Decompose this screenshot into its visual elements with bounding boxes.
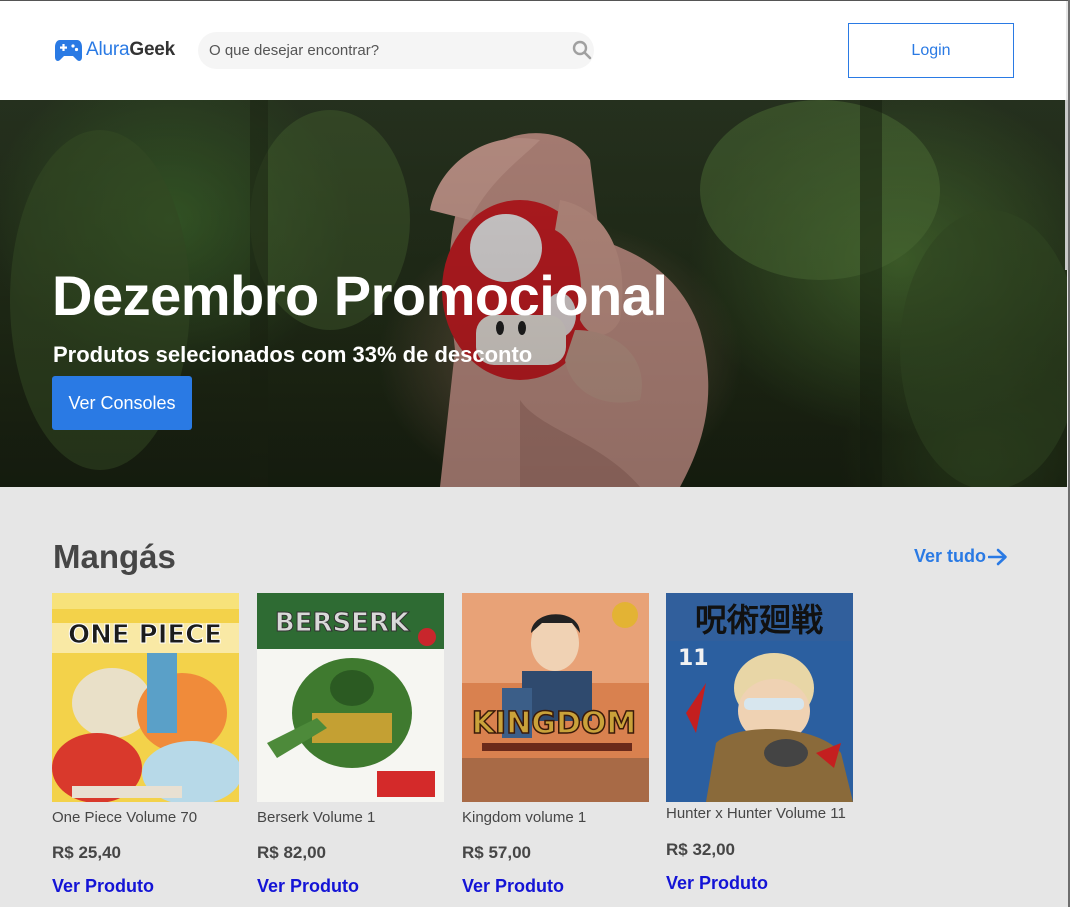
- section-title: Mangás: [53, 538, 176, 575]
- product-card: 呪術廻戦 11 Hunter x Hunter Volume 11 R$ 32,…: [666, 593, 853, 894]
- see-all-label: Ver tudo: [914, 546, 987, 566]
- one-piece-cover: ONE PIECE: [52, 593, 239, 802]
- product-name: Kingdom volume 1: [462, 809, 587, 826]
- see-all-link[interactable]: Ver tudo: [914, 546, 1008, 567]
- product-image[interactable]: 呪術廻戦 11: [666, 593, 853, 802]
- product-image[interactable]: ONE PIECE: [52, 593, 239, 802]
- login-button[interactable]: Login: [848, 23, 1014, 78]
- arrow-right-icon: [988, 548, 1007, 565]
- gamepad-icon: [55, 40, 82, 61]
- hero-title: Dezembro Promocional: [52, 264, 668, 327]
- product-price: R$ 25,40: [52, 843, 121, 862]
- product-card: BERSERK Berserk Volume 1 R$ 82,00 Ver Pr…: [257, 593, 444, 897]
- site-header: AluraGeek Login: [0, 1, 1066, 100]
- kingdom-cover: KINGDOM: [462, 593, 649, 802]
- hero-subtitle: Produtos selecionados com 33% de descont…: [53, 342, 533, 367]
- cover-title: 呪術廻戦: [695, 601, 823, 639]
- product-price: R$ 57,00: [462, 843, 531, 862]
- product-name: One Piece Volume 70: [52, 809, 198, 826]
- product-image[interactable]: KINGDOM: [462, 593, 649, 802]
- search-bar: [198, 32, 594, 69]
- cover-title: BERSERK: [275, 608, 410, 638]
- product-price: R$ 32,00: [666, 840, 735, 859]
- view-product-link[interactable]: Ver Produto: [462, 876, 649, 897]
- logo-text: AluraGeek: [86, 39, 176, 60]
- cover-title: ONE PIECE: [68, 620, 222, 650]
- product-name: Hunter x Hunter Volume 11: [666, 805, 846, 822]
- ver-consoles-button[interactable]: Ver Consoles: [52, 376, 192, 430]
- logo[interactable]: AluraGeek: [54, 37, 175, 63]
- view-product-link[interactable]: Ver Produto: [257, 876, 444, 897]
- view-product-link[interactable]: Ver Produto: [52, 876, 239, 897]
- search-icon[interactable]: [572, 40, 592, 60]
- berserk-cover: BERSERK: [257, 593, 444, 802]
- hero-banner: Dezembro Promocional Produtos selecionad…: [0, 100, 1067, 487]
- product-card: ONE PIECE One Piece Volume 70 R$ 25,40 V…: [52, 593, 239, 897]
- product-card: KINGDOM Kingdom volume 1 R$ 57,00 Ver Pr…: [462, 593, 649, 897]
- view-product-link[interactable]: Ver Produto: [666, 873, 853, 894]
- cover-title: KINGDOM: [472, 706, 636, 741]
- search-input[interactable]: [209, 32, 559, 69]
- product-name: Berserk Volume 1: [257, 809, 376, 826]
- product-price: R$ 82,00: [257, 843, 326, 862]
- hunter-cover: 呪術廻戦 11: [666, 593, 853, 802]
- svg-text:11: 11: [678, 646, 709, 671]
- product-image[interactable]: BERSERK: [257, 593, 444, 802]
